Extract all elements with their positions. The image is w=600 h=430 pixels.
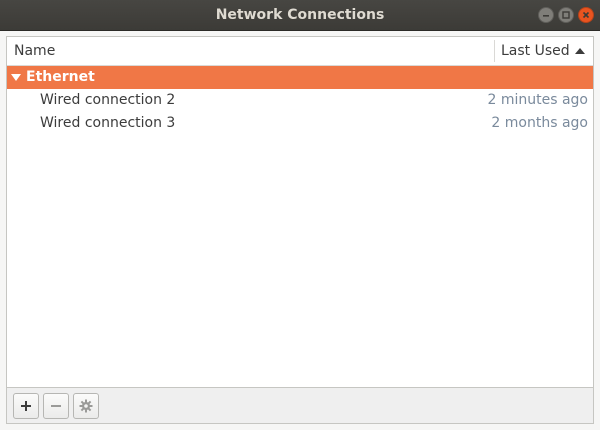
close-icon bbox=[582, 11, 590, 19]
remove-connection-button[interactable] bbox=[43, 393, 69, 419]
add-icon bbox=[21, 401, 31, 411]
column-header-last-used[interactable]: Last Used bbox=[501, 37, 570, 65]
expander-arrow-icon[interactable] bbox=[11, 73, 21, 82]
maximize-icon bbox=[562, 11, 570, 19]
connection-name: Wired connection 3 bbox=[40, 115, 176, 131]
close-button[interactable] bbox=[578, 7, 594, 23]
minimize-icon bbox=[543, 15, 549, 17]
minimize-button[interactable] bbox=[538, 7, 554, 23]
column-header-name[interactable]: Name bbox=[14, 37, 55, 65]
gear-icon bbox=[79, 399, 93, 413]
network-connections-window: Network Connections Name Last Used Ether… bbox=[0, 0, 600, 430]
column-separator bbox=[494, 40, 495, 62]
edit-connection-button[interactable] bbox=[73, 393, 99, 419]
group-row-ethernet[interactable]: Ethernet bbox=[7, 66, 593, 89]
sort-ascending-icon bbox=[575, 48, 585, 54]
add-connection-button[interactable] bbox=[13, 393, 39, 419]
connection-last-used: 2 months ago bbox=[491, 115, 588, 131]
list-header: Name Last Used bbox=[7, 37, 593, 66]
title-bar[interactable]: Network Connections bbox=[0, 0, 600, 31]
remove-icon bbox=[51, 405, 61, 407]
table-row[interactable]: Wired connection 2 2 minutes ago bbox=[7, 89, 593, 112]
connections-list: Name Last Used Ethernet Wired connection… bbox=[6, 36, 594, 388]
group-label: Ethernet bbox=[26, 69, 95, 85]
table-row[interactable]: Wired connection 3 2 months ago bbox=[7, 112, 593, 135]
window-title: Network Connections bbox=[215, 7, 385, 23]
maximize-button[interactable] bbox=[558, 7, 574, 23]
connection-name: Wired connection 2 bbox=[40, 92, 176, 108]
connection-last-used: 2 minutes ago bbox=[487, 92, 588, 108]
bottom-toolbar bbox=[6, 388, 594, 424]
